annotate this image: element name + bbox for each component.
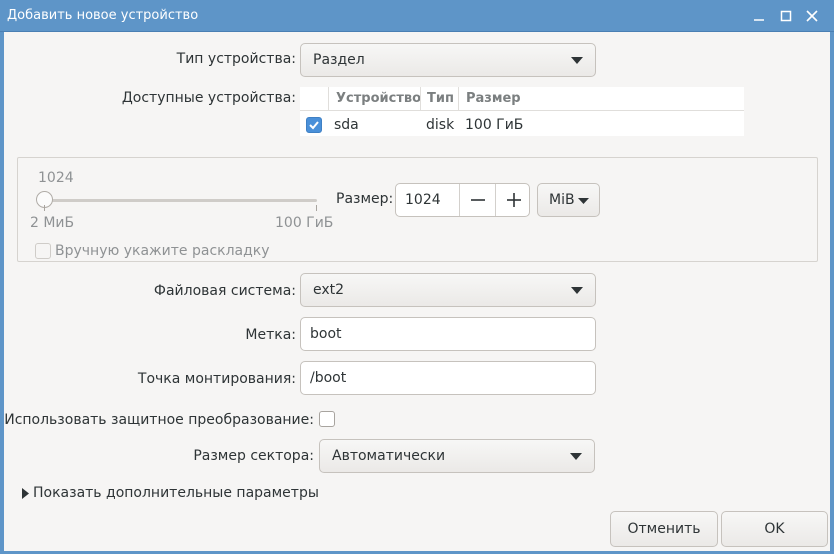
plus-icon xyxy=(507,193,521,207)
manual-layout-label: Вручную укажите раскладку xyxy=(55,243,270,259)
available-devices-label: Доступные устройства: xyxy=(121,90,296,106)
column-header-device[interactable]: Устройство xyxy=(336,91,421,106)
column-header-size[interactable]: Размер xyxy=(466,91,521,106)
decrement-button[interactable] xyxy=(459,184,495,216)
device-type-combo[interactable]: Раздел xyxy=(300,43,596,77)
advanced-expander[interactable]: Показать дополнительные параметры xyxy=(20,485,320,503)
slider-tick-max xyxy=(316,205,317,211)
sector-size-combo[interactable]: Автоматически xyxy=(319,439,595,473)
slider-tick-min xyxy=(44,205,45,211)
device-type-value: Раздел xyxy=(313,52,365,68)
window-title: Добавить новое устройство xyxy=(7,8,199,23)
size-unit-button[interactable]: MiB xyxy=(537,183,600,217)
filesystem-combo[interactable]: ext2 xyxy=(300,273,596,307)
sector-size-value: Автоматически xyxy=(332,448,446,464)
window-border-right xyxy=(830,32,834,554)
mountpoint-input-value: /boot xyxy=(310,370,347,386)
label-input-value: boot xyxy=(310,326,342,342)
slider-min-label: 2 МиБ xyxy=(30,215,75,231)
device-type: disk xyxy=(426,117,455,133)
devices-table-header: Устройство Тип Размер xyxy=(300,87,744,111)
size-slider-track[interactable] xyxy=(37,199,317,202)
increment-button[interactable] xyxy=(495,184,531,216)
size-input[interactable]: 1024 xyxy=(405,192,441,208)
advanced-label: Показать дополнительные параметры xyxy=(33,485,319,501)
minus-icon xyxy=(471,199,485,201)
chevron-down-icon xyxy=(570,453,582,460)
mountpoint-label: Точка монтирования: xyxy=(137,371,296,387)
window-border-left xyxy=(0,32,4,554)
manual-layout-checkbox[interactable] xyxy=(35,243,51,259)
mountpoint-input[interactable]: /boot xyxy=(300,361,596,395)
slider-value-label: 1024 xyxy=(38,170,74,186)
devices-table: Устройство Тип Размер sda disk 100 ГиБ xyxy=(300,87,744,136)
cancel-button[interactable]: Отменить xyxy=(610,511,718,547)
chevron-down-icon xyxy=(571,57,583,64)
checkmark-icon xyxy=(309,121,319,130)
maximize-icon[interactable] xyxy=(776,6,796,26)
encryption-checkbox[interactable] xyxy=(319,411,335,427)
encryption-label: Использовать защитное преобразование: xyxy=(4,412,314,428)
triangle-right-icon xyxy=(22,488,29,499)
size-spinbutton: 1024 xyxy=(395,183,530,217)
title-bar: Добавить новое устройство xyxy=(0,0,834,32)
size-unit-value: MiB xyxy=(549,192,575,208)
size-label: Размер: xyxy=(336,191,394,207)
chevron-down-icon xyxy=(571,287,583,294)
filesystem-value: ext2 xyxy=(313,282,345,298)
close-icon[interactable] xyxy=(802,6,822,26)
minimize-icon[interactable] xyxy=(749,6,769,26)
label-input[interactable]: boot xyxy=(300,317,596,351)
device-checkbox[interactable] xyxy=(306,117,322,133)
label-field-label: Метка: xyxy=(245,327,296,343)
ok-button[interactable]: OK xyxy=(721,511,828,547)
sector-size-label: Размер сектора: xyxy=(193,448,314,464)
filesystem-label: Файловая система: xyxy=(153,283,296,299)
column-header-type[interactable]: Тип xyxy=(427,91,454,106)
device-name: sda xyxy=(334,117,359,133)
device-size: 100 ГиБ xyxy=(465,117,524,133)
device-type-label: Тип устройства: xyxy=(176,51,296,67)
slider-max-label: 100 ГиБ xyxy=(275,215,334,231)
chevron-down-icon xyxy=(578,198,589,204)
